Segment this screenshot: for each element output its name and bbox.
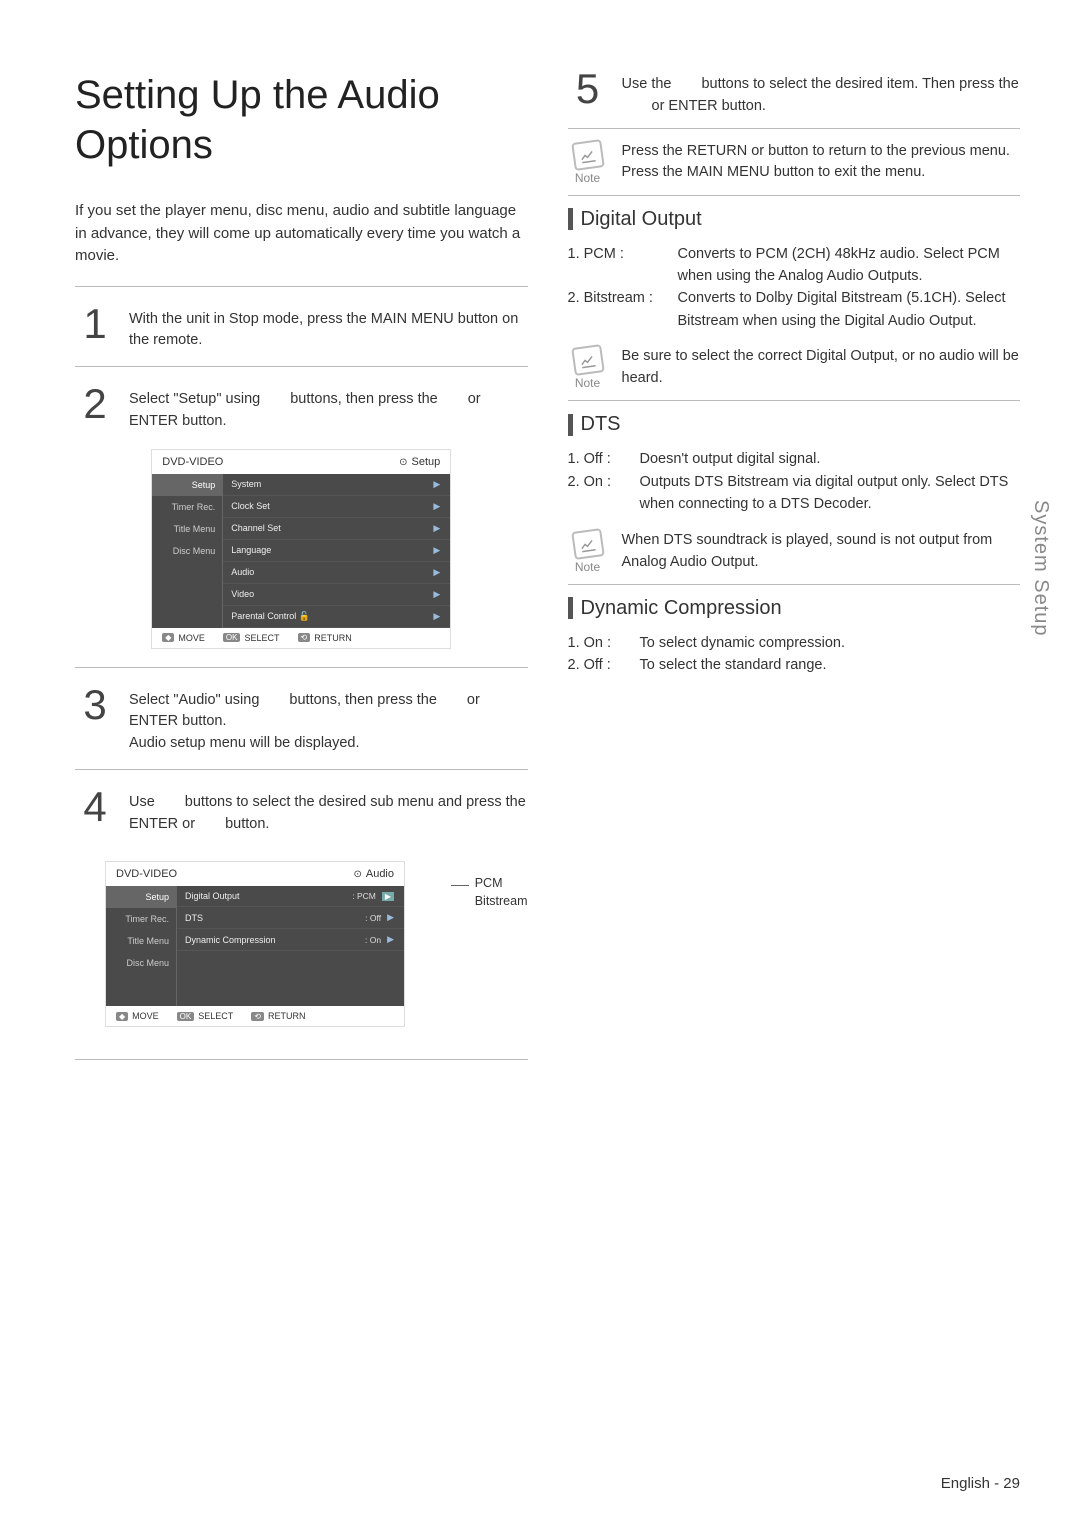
step-number: 3 <box>75 686 115 755</box>
side-tab-label: System Setup <box>1029 500 1052 637</box>
def-key: 1. Off : <box>568 448 640 470</box>
step-number: 4 <box>75 788 115 836</box>
osd-audio-screenshot: DVD-VIDEO Audio Setup Timer Rec. Title M… <box>105 861 405 1027</box>
page-title: Setting Up the Audio Options <box>75 70 528 170</box>
osd-side-item: Disc Menu <box>152 540 222 562</box>
def-key: 1. On : <box>568 632 640 654</box>
osd-side-item: Title Menu <box>106 930 176 952</box>
definition-list: 1. PCM :Converts to PCM (2CH) 48kHz audi… <box>568 243 1021 333</box>
osd-row: System <box>231 479 261 489</box>
osd-breadcrumb: DVD-VIDEO <box>162 456 223 468</box>
def-val: Outputs DTS Bitstream via digital output… <box>640 471 1021 516</box>
note-text: Be sure to select the correct Digital Ou… <box>622 346 1021 390</box>
step-2: 2 Select "Setup" usingbuttons, then pres… <box>75 385 528 433</box>
divider <box>75 769 528 770</box>
divider <box>568 584 1021 585</box>
osd-foot-select: SELECT <box>244 633 279 643</box>
def-val: To select dynamic compression. <box>640 632 1021 654</box>
def-val: Converts to Dolby Digital Bitstream (5.1… <box>678 287 1021 332</box>
divider <box>568 195 1021 196</box>
osd-side-item: Disc Menu <box>106 952 176 974</box>
osd-header-label: Audio <box>353 868 394 880</box>
divider <box>75 286 528 287</box>
osd-row: Video <box>231 589 254 599</box>
osd-breadcrumb: DVD-VIDEO <box>116 868 177 880</box>
def-key: 1. PCM : <box>568 243 678 288</box>
osd-side-item: Title Menu <box>152 518 222 540</box>
step-5: 5 Use thebuttons to select the desired i… <box>568 70 1021 118</box>
divider <box>568 400 1021 401</box>
page-footer: English - 29 <box>941 1475 1020 1492</box>
note-icon <box>571 528 605 560</box>
divider <box>75 667 528 668</box>
osd-header-label: Setup <box>399 456 440 468</box>
osd-side-item: Timer Rec. <box>106 908 176 930</box>
lock-icon: 🔓 <box>299 611 310 621</box>
definition-list: 1. On :To select dynamic compression. 2.… <box>568 632 1021 677</box>
step-text: Use thebuttons to select the desired ite… <box>622 70 1021 118</box>
note-icon <box>571 139 605 171</box>
def-val: Converts to PCM (2CH) 48kHz audio. Selec… <box>678 243 1021 288</box>
note-block: Note Press the RETURN or button to retur… <box>568 141 1021 185</box>
osd-row: Digital Output <box>185 891 240 901</box>
def-val: To select the standard range. <box>640 654 1021 676</box>
note-label: Note <box>568 560 608 574</box>
osd-side-item: Setup <box>106 886 176 908</box>
section-heading-dts: DTS <box>568 413 1021 436</box>
osd-side-item: Timer Rec. <box>152 496 222 518</box>
step-1: 1 With the unit in Stop mode, press the … <box>75 305 528 353</box>
definition-list: 1. Off :Doesn't output digital signal. 2… <box>568 448 1021 515</box>
osd-side-item: Setup <box>152 474 222 496</box>
osd-row: Dynamic Compression <box>185 935 276 945</box>
note-label: Note <box>568 376 608 390</box>
section-heading-digital-output: Digital Output <box>568 208 1021 231</box>
note-label: Note <box>568 171 608 185</box>
step-number: 1 <box>75 305 115 353</box>
def-key: 2. On : <box>568 471 640 516</box>
osd-row: Clock Set <box>231 501 270 511</box>
osd-foot-select: SELECT <box>198 1011 233 1021</box>
step-text: Select "Audio" usingbuttons, then press … <box>129 686 528 755</box>
note-text: When DTS soundtrack is played, sound is … <box>622 530 1021 574</box>
step-text: Select "Setup" usingbuttons, then press … <box>129 385 528 433</box>
divider <box>568 128 1021 129</box>
osd-row: Audio <box>231 567 254 577</box>
divider <box>75 1059 528 1060</box>
osd-foot-return: RETURN <box>314 633 352 643</box>
osd-row: Channel Set <box>231 523 281 533</box>
step-text: With the unit in Stop mode, press the MA… <box>129 305 528 353</box>
divider <box>75 366 528 367</box>
note-block: Note When DTS soundtrack is played, soun… <box>568 530 1021 574</box>
def-key: 2. Bitstream : <box>568 287 678 332</box>
step-text: Usebuttons to select the desired sub men… <box>129 788 528 836</box>
step-number: 5 <box>568 70 608 118</box>
step-4: 4 Usebuttons to select the desired sub m… <box>75 788 528 836</box>
osd-row: Language <box>231 545 271 555</box>
osd-setup-screenshot: DVD-VIDEO Setup Setup Timer Rec. Title M… <box>151 449 451 649</box>
osd-foot-return: RETURN <box>268 1011 306 1021</box>
step-number: 2 <box>75 385 115 433</box>
step-3: 3 Select "Audio" usingbuttons, then pres… <box>75 686 528 755</box>
osd-foot-move: MOVE <box>132 1011 159 1021</box>
osd-foot-move: MOVE <box>178 633 205 643</box>
note-text: Press the RETURN or button to return to … <box>622 141 1021 185</box>
osd-row: Parental Control <box>231 611 296 621</box>
osd-row: DTS <box>185 913 203 923</box>
osd-callout: PCM Bitstream <box>475 845 528 910</box>
section-heading-dynamic-compression: Dynamic Compression <box>568 597 1021 620</box>
intro-text: If you set the player menu, disc menu, a… <box>75 200 528 268</box>
def-val: Doesn't output digital signal. <box>640 448 1021 470</box>
def-key: 2. Off : <box>568 654 640 676</box>
note-icon <box>571 344 605 376</box>
note-block: Note Be sure to select the correct Digit… <box>568 346 1021 390</box>
